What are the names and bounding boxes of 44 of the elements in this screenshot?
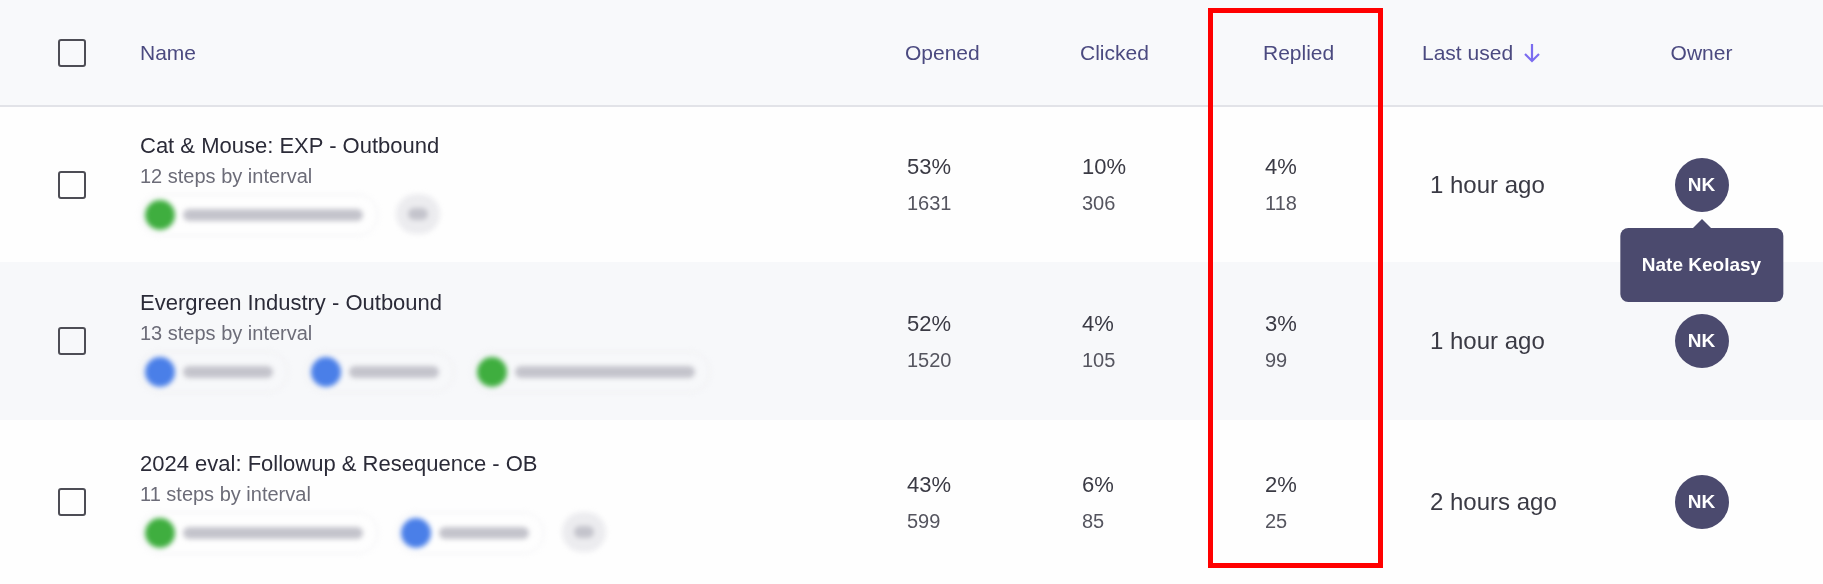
count-text: 99 [1265,348,1289,372]
rate-text: 43% [907,471,953,498]
owner-avatar[interactable]: NK [1674,157,1729,212]
rate-text: 4% [1265,154,1298,180]
count-text: 1520 [907,348,953,372]
owner-avatar[interactable]: NK [1674,314,1729,368]
steps-text: 11 steps by interval [140,482,312,506]
rate-text: 53% [907,154,953,180]
count-text: 25 [1265,509,1289,533]
blurred-text [408,208,428,220]
column-header[interactable]: Last used [1422,40,1580,65]
rate-text: 10% [1082,154,1128,180]
rate-text: 3% [1265,310,1298,337]
sequence-name[interactable]: Cat & Mouse: EXP - Outbound [140,133,905,159]
sort-arrow-icon [1523,41,1542,64]
count-text: 599 [907,509,942,533]
row-checkbox[interactable] [58,327,86,355]
last-used-text: 1 hour ago [1430,327,1546,355]
owner-avatar[interactable]: NK [1674,475,1729,529]
rate-text: 4% [1082,310,1115,337]
count-text: 306 [1082,192,1117,215]
blurred-text [574,525,594,538]
last-used-text: 1 hour ago [1430,170,1546,199]
rate-text: 2% [1265,471,1298,498]
column-header[interactable]: Opened [905,40,1080,65]
last-used-text: 2 hours ago [1430,488,1558,516]
count-text: 105 [1082,348,1117,372]
count-text: 118 [1265,192,1298,215]
rate-text: 6% [1082,471,1115,498]
column-header[interactable]: Owner [1670,40,1733,65]
sequence-name[interactable]: Evergreen Industry - Outbound [140,289,905,316]
select-all-checkbox[interactable] [58,38,86,67]
sequence-name[interactable]: 2024 eval: Followup & Resequence - OB [140,450,905,477]
column-header[interactable]: Replied [1263,40,1422,65]
count-text: 1631 [907,192,953,215]
row-checkbox[interactable] [58,170,86,199]
owner-tooltip: Nate Keolasy [1619,227,1784,302]
steps-text: 13 steps by interval [140,321,314,345]
rate-text: 52% [907,310,953,337]
column-header[interactable]: Name [140,40,905,65]
column-header[interactable]: Clicked [1080,40,1263,65]
steps-text: 12 steps by interval [140,165,314,188]
row-checkbox[interactable] [58,488,86,516]
count-text: 85 [1082,509,1106,533]
